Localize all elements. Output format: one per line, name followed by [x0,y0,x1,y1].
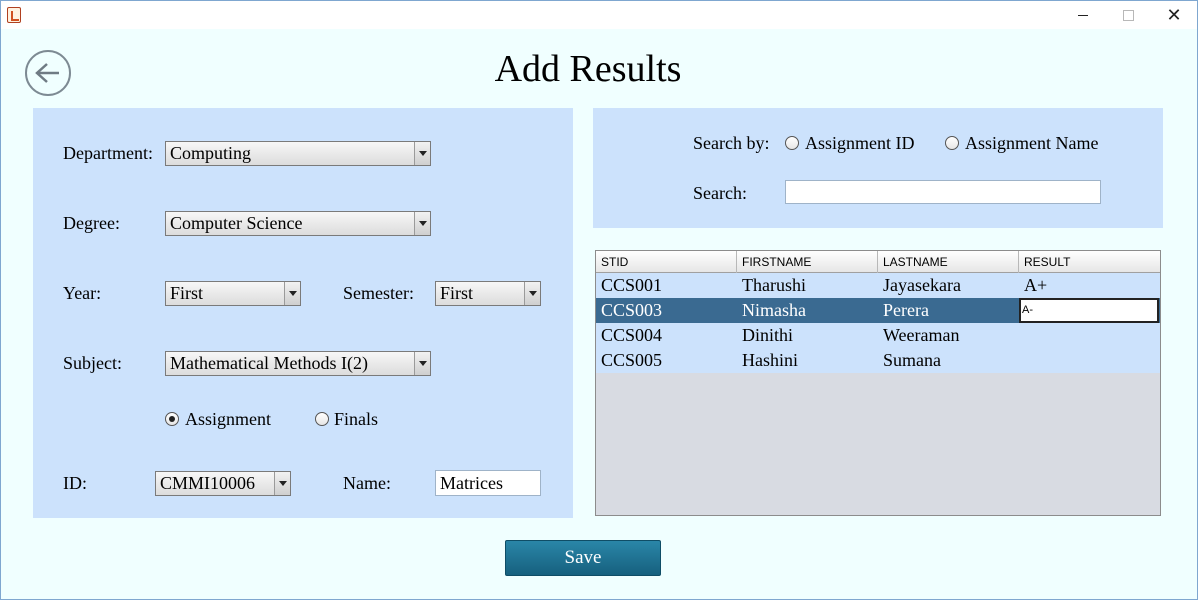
assignment-id-radio[interactable] [785,136,799,150]
department-select[interactable]: Computing [165,141,431,166]
finals-radio-label[interactable]: Finals [334,409,378,430]
search-by-label: Search by: [693,133,770,153]
table-row[interactable]: CCS001 Tharushi Jayasekara A+ [596,273,1160,298]
table-cell[interactable]: CCS003 [596,298,737,323]
assignment-name-radio[interactable] [945,136,959,150]
table-row-selected[interactable]: CCS003 Nimasha Perera A- [596,298,1160,323]
semester-select[interactable]: First [435,281,541,306]
column-header-result[interactable]: RESULT [1019,251,1159,273]
table-cell[interactable]: Sumana [878,348,1019,373]
semester-label: Semester: [343,283,414,303]
page-title: Add Results [494,48,682,90]
name-label: Name: [343,473,391,493]
table-cell[interactable]: CCS001 [596,273,737,298]
id-select[interactable]: CMMI10006 [155,471,291,496]
table-cell[interactable] [1019,348,1159,373]
subject-value: Mathematical Methods I(2) [170,353,368,373]
table-cell[interactable]: Weeraman [878,323,1019,348]
table-header: STID FIRSTNAME LASTNAME RESULT [596,251,1160,273]
table-row[interactable]: CCS005 Hashini Sumana [596,348,1160,373]
table-cell[interactable]: A+ [1019,273,1159,298]
chevron-down-icon[interactable] [414,352,430,375]
results-table: STID FIRSTNAME LASTNAME RESULT CCS001 Th… [595,250,1161,516]
table-row[interactable]: CCS004 Dinithi Weeraman [596,323,1160,348]
app-window: ✕ Add Results Department: Computing Degr… [0,0,1198,600]
assignment-radio-label[interactable]: Assignment [185,409,271,430]
id-label: ID: [63,473,87,493]
column-header-lastname[interactable]: LASTNAME [878,251,1019,273]
assignment-id-radio-label[interactable]: Assignment ID [805,133,915,154]
table-cell[interactable]: CCS004 [596,323,737,348]
column-header-stid[interactable]: STID [596,251,737,273]
assignment-radio[interactable] [165,412,179,426]
result-form-panel [33,108,573,518]
chevron-down-icon[interactable] [274,472,290,495]
table-cell[interactable] [1019,323,1159,348]
year-value: First [170,283,204,303]
table-cell[interactable]: Jayasekara [878,273,1019,298]
table-cell[interactable]: Perera [878,298,1019,323]
column-header-firstname[interactable]: FIRSTNAME [737,251,878,273]
name-input[interactable] [435,470,541,496]
degree-label: Degree: [63,213,120,233]
chevron-down-icon[interactable] [524,282,540,305]
search-label: Search: [693,183,747,203]
finals-radio[interactable] [315,412,329,426]
minimize-button[interactable] [1060,1,1106,29]
close-button[interactable]: ✕ [1151,1,1197,29]
table-cell[interactable]: Hashini [737,348,878,373]
degree-select[interactable]: Computer Science [165,211,431,236]
semester-value: First [440,283,474,303]
java-icon [7,7,21,23]
table-cell[interactable]: Dinithi [737,323,878,348]
search-panel [593,108,1163,228]
result-cell-editor[interactable]: A- [1019,298,1159,323]
table-cell[interactable]: CCS005 [596,348,737,373]
chevron-down-icon[interactable] [414,212,430,235]
chevron-down-icon[interactable] [284,282,300,305]
department-value: Computing [170,143,252,163]
id-value: CMMI10006 [160,473,256,493]
table-cell[interactable]: Tharushi [737,273,878,298]
search-input[interactable] [785,180,1101,204]
table-body: CCS001 Tharushi Jayasekara A+ CCS003 Nim… [596,273,1160,373]
subject-label: Subject: [63,353,122,373]
year-label: Year: [63,283,102,303]
degree-value: Computer Science [170,213,303,233]
table-cell[interactable]: Nimasha [737,298,878,323]
year-select[interactable]: First [165,281,301,306]
subject-select[interactable]: Mathematical Methods I(2) [165,351,431,376]
department-label: Department: [63,143,153,163]
maximize-button[interactable] [1105,1,1151,29]
title-bar: ✕ [1,1,1197,29]
save-button[interactable]: Save [505,540,661,576]
chevron-down-icon[interactable] [414,142,430,165]
assignment-name-radio-label[interactable]: Assignment Name [965,133,1098,154]
